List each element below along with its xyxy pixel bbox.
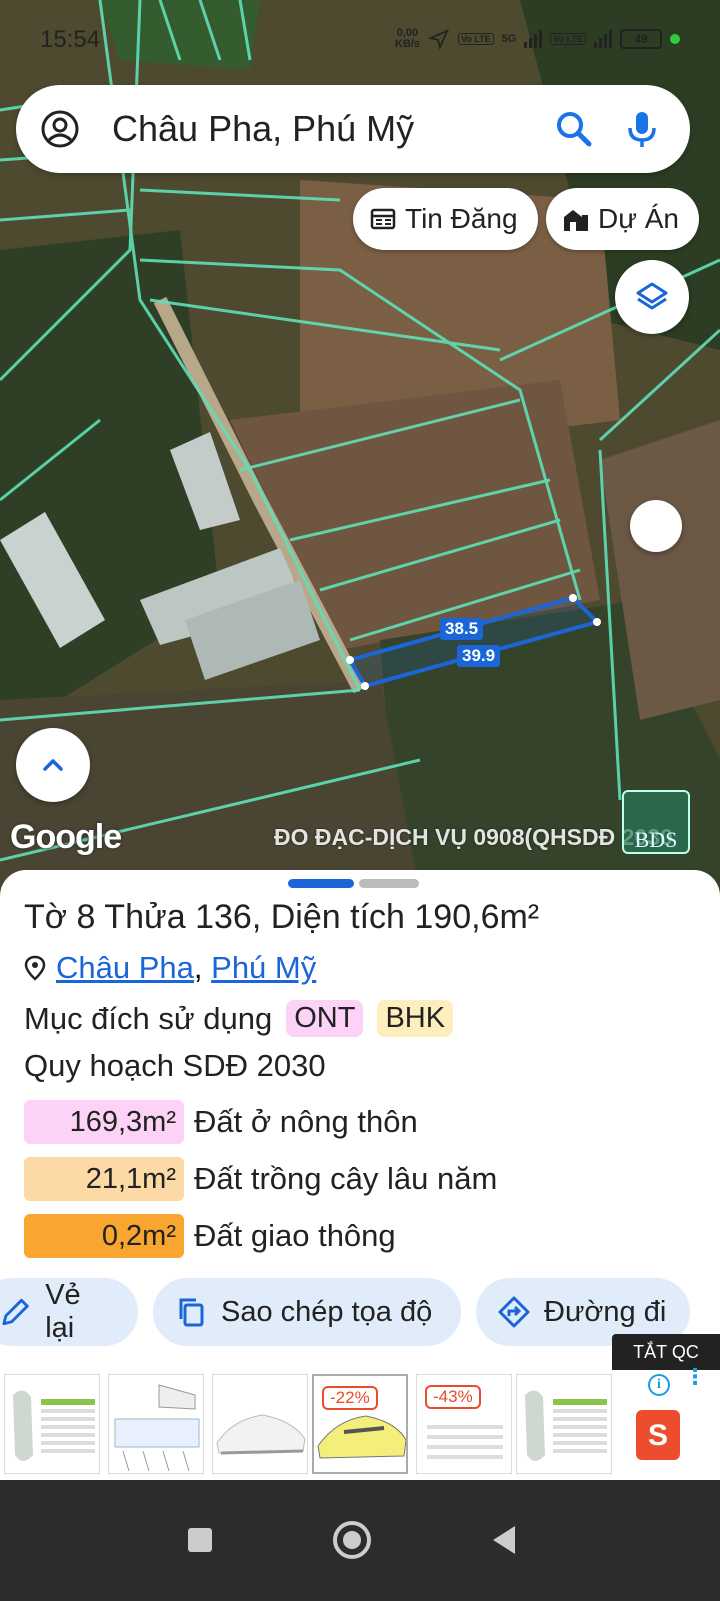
directions-icon xyxy=(498,1296,530,1328)
area-label: Diện tích xyxy=(270,898,405,936)
commune-link[interactable]: Châu Pha xyxy=(56,950,194,985)
purpose-tag: ONT xyxy=(286,1000,364,1037)
listings-icon xyxy=(370,208,396,230)
signal-icon xyxy=(524,30,543,48)
size-chart-image xyxy=(5,1375,99,1473)
account-icon[interactable] xyxy=(40,109,80,149)
plan-area-value: 21,1m² xyxy=(24,1157,184,1201)
map-view[interactable]: 15:54 0,00 KB/s Vo LTE 5G Vo LTE 49 Châu… xyxy=(0,0,720,892)
sheet-handle[interactable] xyxy=(288,879,419,888)
copy-coordinates-button[interactable]: Sao chép tọa độ xyxy=(153,1278,461,1346)
location-separator: , xyxy=(193,950,203,985)
network-speed-unit: KB/s xyxy=(394,38,420,50)
shoe-size-diagram xyxy=(109,1375,203,1473)
land-use-purpose: Mục đích sử dụng ONT BHK xyxy=(24,1000,454,1037)
ad-options-icon[interactable]: ⋮ xyxy=(684,1366,706,1388)
projects-chip[interactable]: Dự Án xyxy=(546,188,699,250)
map-control-button[interactable] xyxy=(630,500,682,552)
watermark-text: ĐO ĐẠC-DỊCH VỤ 0908(QHSDĐ 2030 xyxy=(274,824,673,850)
copy-icon xyxy=(179,1298,204,1327)
chevron-up-icon xyxy=(43,759,63,771)
battery-icon: 49 xyxy=(620,29,662,49)
volte-badge-2: Vo LTE xyxy=(550,33,586,45)
discount-badge: -43% xyxy=(425,1385,481,1409)
search-input[interactable]: Châu Pha, Phú Mỹ xyxy=(112,108,554,150)
layers-icon xyxy=(636,282,668,310)
location-pin-icon xyxy=(24,955,46,981)
search-icon[interactable] xyxy=(554,109,594,149)
bds-logo: BDS xyxy=(622,790,690,854)
plan-area-value: 0,2m² xyxy=(24,1214,184,1258)
home-button[interactable] xyxy=(314,1502,390,1578)
total-area: 190,6m² xyxy=(414,898,540,936)
plan-area-row: 21,1m² Đất trồng cây lâu năm xyxy=(24,1157,497,1201)
status-icons: 0,00 KB/s Vo LTE 5G Vo LTE 49 xyxy=(395,28,680,50)
plan-area-row: 169,3m² Đất ở nông thôn xyxy=(24,1100,418,1144)
ad-product-card[interactable] xyxy=(516,1374,612,1474)
plan-label: Quy hoạch SDĐ 2030 xyxy=(24,1048,326,1083)
edge-length-label: 39.9 xyxy=(457,645,501,667)
directions-label: Đường đi xyxy=(544,1295,667,1328)
search-bar[interactable]: Châu Pha, Phú Mỹ xyxy=(16,85,690,173)
google-logo: Google xyxy=(10,818,122,856)
network-type: 5G xyxy=(501,33,517,45)
microphone-icon[interactable] xyxy=(622,109,662,149)
white-sneaker-image xyxy=(213,1375,307,1473)
layers-button[interactable] xyxy=(615,260,689,334)
system-navigation-bar xyxy=(0,1480,720,1601)
district-link[interactable]: Phú Mỹ xyxy=(211,950,316,985)
ad-product-card[interactable]: -43% xyxy=(416,1374,512,1474)
pencil-icon xyxy=(2,1298,29,1326)
redraw-label: Vẻ lại xyxy=(45,1279,81,1344)
expand-sheet-button[interactable] xyxy=(16,728,90,802)
plot-number: 136 xyxy=(195,898,252,936)
ad-product-card[interactable] xyxy=(212,1374,308,1474)
status-time: 15:54 xyxy=(40,26,101,53)
sheet-number: 8 xyxy=(76,898,96,936)
ad-product-card[interactable]: -22% xyxy=(312,1374,408,1474)
back-button[interactable] xyxy=(466,1502,542,1578)
network-speed: 0,00 KB/s xyxy=(395,28,420,50)
copy-coordinates-label: Sao chép tọa độ xyxy=(221,1295,433,1328)
triangle-back-icon xyxy=(493,1526,515,1554)
shopee-logo[interactable]: S xyxy=(636,1410,680,1460)
sheet-label: Tờ xyxy=(24,898,68,936)
plan-area-row: 0,2m² Đất giao thông xyxy=(24,1214,396,1258)
plan-area-value: 169,3m² xyxy=(24,1100,184,1144)
parcel-title: Tờ 8 Thửa 136, Diện tích 190,6m² xyxy=(24,898,540,936)
status-bar: 15:54 0,00 KB/s Vo LTE 5G Vo LTE 49 xyxy=(0,0,720,80)
size-chart-image xyxy=(517,1375,611,1473)
volte-badge: Vo LTE xyxy=(457,33,494,45)
plan-area-label: Đất giao thông xyxy=(194,1218,396,1253)
discount-badge: -22% xyxy=(322,1386,378,1410)
location-line: Châu Pha, Phú Mỹ xyxy=(24,950,316,986)
handle-active xyxy=(288,879,354,888)
square-icon xyxy=(188,1528,212,1552)
plan-area-label: Đất ở nông thôn xyxy=(194,1104,418,1139)
edge-length-label: 38.5 xyxy=(440,618,484,640)
plot-label: Thửa xyxy=(104,898,186,936)
circle-icon xyxy=(333,1521,371,1559)
privacy-indicator xyxy=(670,34,680,44)
building-icon xyxy=(564,210,588,231)
listings-chip[interactable]: Tin Đăng xyxy=(353,188,538,250)
recents-button[interactable] xyxy=(162,1502,238,1578)
purpose-label: Mục đích sử dụng xyxy=(24,1000,273,1036)
listings-label: Tin Đăng xyxy=(405,203,518,234)
ad-product-card[interactable] xyxy=(108,1374,204,1474)
projects-label: Dự Án xyxy=(598,203,679,234)
ad-product-card[interactable] xyxy=(4,1374,100,1474)
purpose-tag: BHK xyxy=(377,1000,454,1037)
plan-area-label: Đất trồng cây lâu năm xyxy=(194,1161,498,1196)
signal-icon-2 xyxy=(594,30,612,48)
redraw-button[interactable]: Vẻ lại xyxy=(0,1278,138,1346)
ad-banner[interactable]: -22% -43% i ⋮ S xyxy=(0,1366,720,1480)
ad-info-icon[interactable]: i xyxy=(648,1374,670,1396)
location-arrow-icon xyxy=(427,28,450,50)
handle-inactive xyxy=(359,879,419,888)
